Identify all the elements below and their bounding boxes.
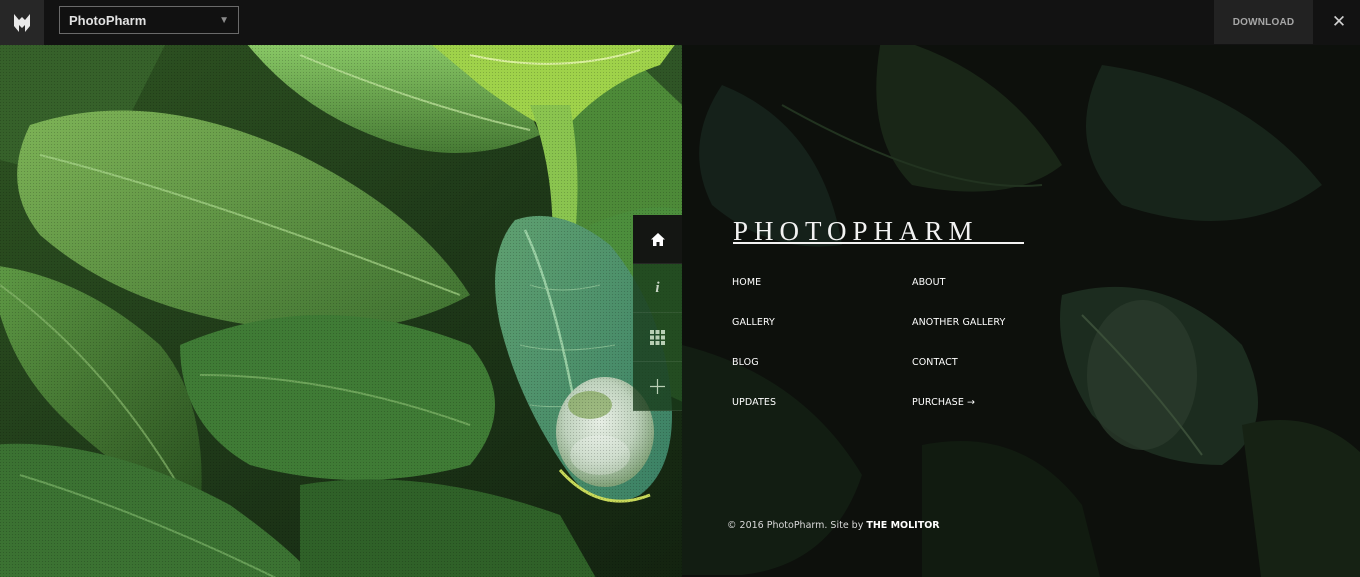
footer-credit-link[interactable]: THE MOLITOR [866, 520, 939, 531]
dark-background-photo [682, 45, 1360, 577]
nav-gallery-button[interactable] [633, 313, 682, 362]
close-icon[interactable]: ✕ [1323, 0, 1355, 44]
menu-contact[interactable]: CONTACT [912, 357, 958, 368]
top-bar: PhotoPharm ▼ DOWNLOAD ✕ [0, 0, 1360, 45]
hero-photo [0, 45, 682, 577]
title-underline [733, 242, 1024, 244]
footer-copyright: © 2016 PhotoPharm. Site by THE MOLITOR [727, 520, 940, 531]
nav-home-button[interactable] [633, 215, 682, 264]
theme-select[interactable]: PhotoPharm ▼ [59, 6, 239, 34]
icon-nav: i [633, 215, 682, 411]
grid-icon [650, 329, 665, 345]
nav-info-button[interactable]: i [633, 264, 682, 313]
menu-another-gallery[interactable]: ANOTHER GALLERY [912, 317, 1005, 328]
download-button[interactable]: DOWNLOAD [1214, 0, 1313, 44]
menu-about[interactable]: ABOUT [912, 277, 946, 288]
menu-home[interactable]: HOME [732, 277, 761, 288]
menu-purchase[interactable]: PURCHASE → [912, 397, 975, 408]
logo-button[interactable] [0, 0, 44, 45]
nav-more-button[interactable] [633, 362, 682, 411]
menu-updates[interactable]: UPDATES [732, 397, 776, 408]
molitor-logo-icon [14, 13, 30, 32]
home-icon [650, 232, 665, 246]
footer-text: © 2016 PhotoPharm. Site by [727, 520, 864, 531]
menu-blog[interactable]: BLOG [732, 357, 759, 368]
chevron-down-icon: ▼ [219, 15, 229, 26]
info-icon: i [655, 279, 660, 296]
menu-gallery[interactable]: GALLERY [732, 317, 775, 328]
theme-select-value: PhotoPharm [69, 12, 147, 28]
plus-icon [650, 378, 665, 394]
site-title[interactable]: PHOTOPHARM [733, 218, 979, 245]
